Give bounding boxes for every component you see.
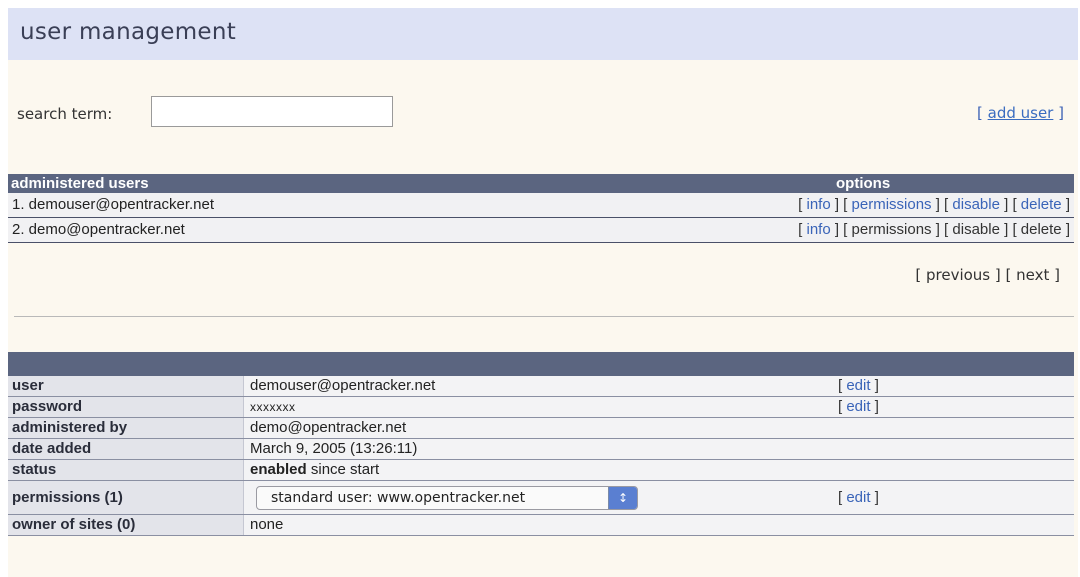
- bracket-open: [: [976, 104, 983, 122]
- user-row-name[interactable]: 2. demo@opentracker.net: [12, 221, 185, 238]
- detail-label: status: [8, 460, 244, 480]
- add-user-link-wrap: [ add user ]: [977, 104, 1064, 122]
- edit-link[interactable]: edit: [846, 377, 870, 394]
- info-link[interactable]: info: [806, 196, 830, 213]
- info-link[interactable]: info: [806, 221, 830, 238]
- col-administered-users: administered users: [11, 175, 149, 192]
- table-row: 1. demouser@opentracker.net [ info ] [ p…: [8, 193, 1074, 218]
- table-row: 2. demo@opentracker.net [ info ] [ permi…: [8, 218, 1074, 243]
- detail-row-administered-by: administered by demo@opentracker.net: [8, 418, 1074, 439]
- detail-row-user: user demouser@opentracker.net [ edit ]: [8, 376, 1074, 397]
- detail-row-password: password xxxxxxx [ edit ]: [8, 397, 1074, 418]
- user-row-options: [ info ] [ permissions ] [ disable ] [ d…: [798, 221, 1070, 238]
- detail-label: administered by: [8, 418, 244, 438]
- user-detail-table: user demouser@opentracker.net [ edit ] p…: [8, 352, 1074, 536]
- add-user-link[interactable]: add user: [988, 104, 1054, 122]
- status-value: enabled: [250, 461, 307, 478]
- detail-table-header: [8, 352, 1074, 376]
- page-title: user management: [20, 19, 237, 45]
- disable-link[interactable]: disable: [952, 196, 1000, 213]
- search-input[interactable]: [151, 96, 393, 127]
- permissions-text: permissions: [851, 221, 932, 238]
- bracket-close: ]: [1058, 104, 1064, 122]
- edit-password-link: [ edit ]: [838, 398, 879, 415]
- detail-row-status: status enabled since start: [8, 460, 1074, 481]
- col-options: options: [836, 175, 891, 192]
- pager: [ previous ] [ next ]: [915, 266, 1060, 284]
- divider: [14, 316, 1074, 317]
- permissions-select[interactable]: standard user: www.opentracker.net ↕: [256, 486, 638, 510]
- title-bar: user management: [8, 8, 1078, 60]
- disable-text: disable: [952, 221, 1000, 238]
- detail-label: password: [8, 397, 244, 417]
- search-row: search term: [ add user ]: [8, 96, 1078, 132]
- detail-row-owner-of-sites: owner of sites (0) none: [8, 515, 1074, 536]
- delete-text: delete: [1020, 221, 1062, 238]
- detail-value: March 9, 2005 (13:26:11): [250, 440, 418, 457]
- detail-row-date-added: date added March 9, 2005 (13:26:11): [8, 439, 1074, 460]
- edit-user-link: [ edit ]: [838, 377, 879, 394]
- users-table-header: administered users options: [8, 174, 1074, 193]
- detail-label: user: [8, 376, 244, 396]
- previous-link[interactable]: previous: [926, 266, 990, 284]
- status-suffix: since start: [306, 461, 380, 478]
- detail-value: enabled since start: [250, 460, 379, 480]
- users-table: administered users options 1. demouser@o…: [8, 174, 1074, 243]
- permissions-link[interactable]: permissions: [852, 196, 932, 213]
- permissions-select-value: standard user: www.opentracker.net: [271, 490, 526, 506]
- password-mask: xxxxxxx: [250, 400, 296, 414]
- user-row-name[interactable]: 1. demouser@opentracker.net: [12, 196, 214, 213]
- next-link[interactable]: next: [1016, 266, 1049, 284]
- search-label: search term:: [17, 105, 113, 123]
- delete-link[interactable]: delete: [1021, 196, 1062, 213]
- detail-row-permissions: permissions (1) standard user: www.opent…: [8, 481, 1074, 515]
- detail-label: permissions (1): [8, 481, 244, 514]
- page: user management search term: [ add user …: [8, 8, 1078, 577]
- edit-permissions-link: [ edit ]: [838, 489, 879, 506]
- detail-label: date added: [8, 439, 244, 459]
- detail-value: demouser@opentracker.net: [250, 377, 436, 394]
- edit-link[interactable]: edit: [846, 398, 870, 415]
- edit-link[interactable]: edit: [846, 489, 870, 506]
- detail-value: xxxxxxx: [250, 397, 296, 417]
- detail-label: owner of sites (0): [8, 515, 244, 535]
- user-row-options: [ info ] [ permissions ] [ disable ] [ d…: [798, 196, 1070, 213]
- updown-arrows-icon: ↕: [608, 487, 637, 509]
- detail-value: demo@opentracker.net: [250, 419, 407, 436]
- detail-value: none: [250, 516, 284, 533]
